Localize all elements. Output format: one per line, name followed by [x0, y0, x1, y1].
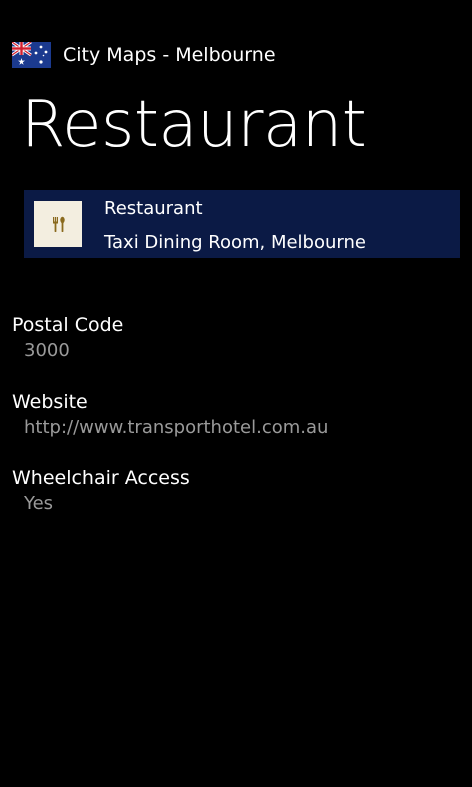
detail-postal-code: Postal Code 3000 — [12, 312, 123, 363]
detail-label: Wheelchair Access — [12, 467, 190, 489]
app-title: City Maps - Melbourne — [63, 44, 276, 66]
poi-name: Taxi Dining Room, Melbourne — [104, 232, 366, 253]
poi-category: Restaurant — [104, 198, 203, 219]
australia-flag-icon — [12, 42, 51, 68]
detail-website: Website http://www.transporthotel.com.au — [12, 389, 328, 440]
restaurant-icon-tile — [34, 201, 82, 247]
detail-label: Postal Code — [12, 314, 124, 336]
poi-card[interactable]: Restaurant Taxi Dining Room, Melbourne — [24, 190, 460, 258]
website-link[interactable]: http://www.transporthotel.com.au — [24, 416, 328, 440]
detail-label: Website — [12, 391, 88, 413]
detail-value: 3000 — [24, 340, 70, 361]
detail-wheelchair-access: Wheelchair Access Yes — [12, 465, 190, 516]
page-title: Restaurant — [21, 88, 367, 162]
app-header: City Maps - Melbourne — [12, 41, 276, 69]
detail-value: Yes — [24, 493, 54, 514]
restaurant-icon — [53, 216, 65, 232]
